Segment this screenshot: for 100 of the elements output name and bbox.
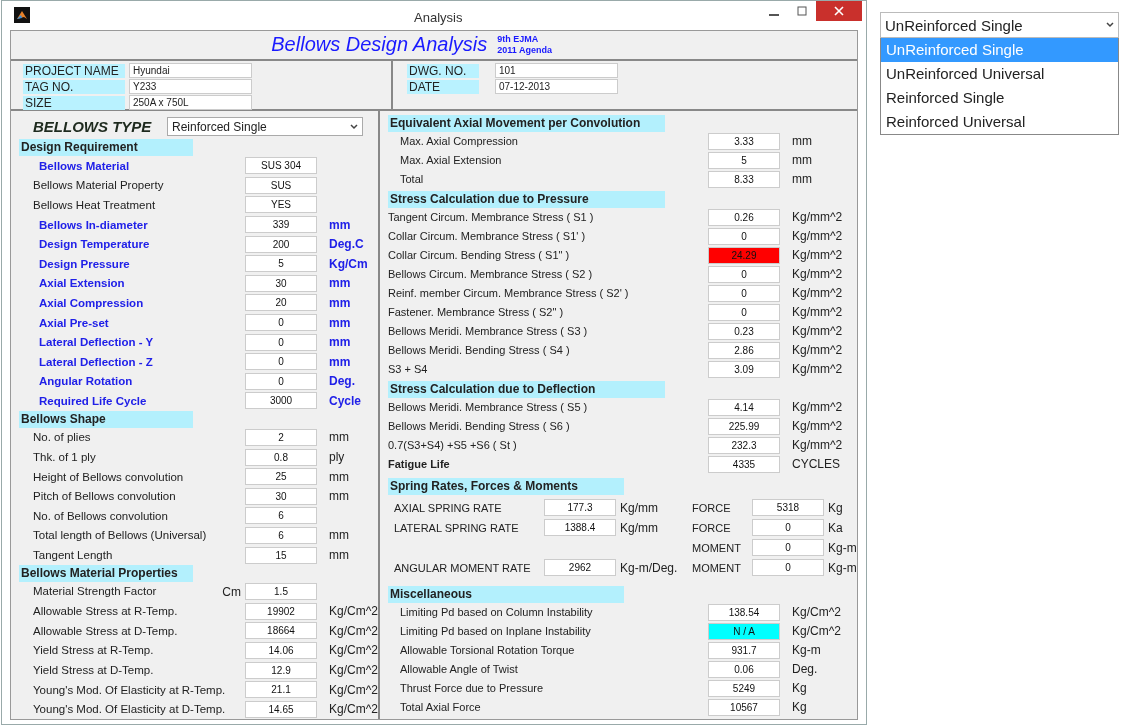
dropdown-option[interactable]: UnReinforced Universal [881, 62, 1118, 86]
input-field[interactable]: 14.06 [245, 641, 317, 659]
unit-label: Kg/mm^2 [791, 210, 843, 225]
close-icon [834, 6, 844, 16]
output-field: N / A [708, 622, 780, 640]
unit-label: mm [791, 172, 812, 187]
output-field: 177.3 [544, 499, 616, 517]
agenda-label: 2011 Agenda [497, 44, 552, 56]
output-field: 5 [708, 151, 780, 169]
input-field[interactable]: 0 [245, 314, 317, 331]
field-label: Young's Mod. Of Elasticity at R-Temp. [33, 683, 226, 696]
input-field[interactable]: 07-12-2013 [495, 79, 618, 95]
input-field[interactable]: YES [245, 196, 317, 214]
field-label: Allowable Torsional Rotation Torque [399, 644, 576, 657]
input-field[interactable]: 250A x 750L [129, 95, 252, 111]
field-label: Required Life Cycle [39, 394, 147, 407]
field-label: Axial Compression [39, 296, 144, 309]
output-field: 232.3 [708, 436, 780, 454]
app-logo-icon [14, 7, 30, 24]
field-label: S3 + S4 [388, 363, 429, 376]
bellows-type-label: BELLOWS TYPE [32, 118, 153, 136]
input-field[interactable]: 20 [245, 294, 317, 312]
input-field[interactable]: 0 [245, 333, 317, 351]
output-field: 0 [708, 265, 780, 283]
unit-label: mm [328, 295, 351, 310]
app-heading: Bellows Design Analysis [271, 33, 488, 57]
field-label: Allowable Stress at R-Temp. [33, 605, 178, 618]
dropdown-option[interactable]: Reinforced Universal [881, 110, 1118, 134]
input-field[interactable]: 200 [245, 235, 317, 253]
caret-icon [1106, 22, 1114, 28]
unit-label: mm [328, 430, 349, 445]
output-field: 1388.4 [544, 519, 616, 537]
input-field[interactable]: SUS 304 [245, 157, 317, 175]
input-field[interactable]: 2 [245, 429, 317, 446]
field-label: Bellows Circum. Membrance Stress ( S2 ) [388, 268, 594, 281]
window-title: Analysis [414, 10, 463, 25]
unit-label: Kg/Cm [328, 256, 368, 271]
unit-label: Cycle [328, 393, 362, 408]
input-field[interactable]: 15 [245, 546, 317, 564]
field-label: Bellows Material Property [33, 179, 164, 192]
field-label: DATE [407, 79, 479, 94]
section-header: Bellows Shape [19, 410, 193, 428]
output-field: 0 [708, 227, 780, 245]
field-label: Tangent Circum. Membrance Stress ( S1 ) [388, 211, 595, 224]
bellows-type-dropdown[interactable]: Reinforced Single [167, 117, 363, 137]
type-dropdown[interactable]: UnReinforced Single [880, 12, 1119, 38]
field-label: FORCE [692, 501, 732, 514]
unit-label: Kg [791, 681, 807, 696]
output-field: 0 [752, 559, 824, 577]
field-label: Bellows Meridi. Membrance Stress ( S5 ) [388, 401, 589, 414]
input-field[interactable]: 0 [245, 353, 317, 371]
input-field[interactable]: 339 [245, 216, 317, 234]
unit-label: mm [328, 335, 351, 350]
input-field[interactable]: 30 [245, 274, 317, 292]
input-field[interactable]: SUS [245, 176, 317, 194]
unit-label: Kg/mm^2 [791, 324, 843, 339]
input-field[interactable]: 21.1 [245, 681, 317, 699]
input-field[interactable]: 30 [245, 487, 317, 505]
field-label: Max. Axial Compression [399, 135, 519, 148]
field-label: Thk. of 1 ply [33, 451, 96, 464]
input-field[interactable]: 0 [245, 372, 317, 390]
dropdown-option[interactable]: Reinforced Single [881, 86, 1118, 110]
input-field[interactable]: 6 [245, 507, 317, 525]
unit-label: mm [328, 489, 349, 504]
input-field[interactable]: 12.9 [245, 661, 317, 679]
input-field[interactable]: 14.65 [245, 700, 317, 718]
output-field: 0 [708, 284, 780, 302]
field-label: Angular Rotation [39, 375, 133, 388]
input-field[interactable]: 18664 [245, 622, 317, 640]
input-field[interactable]: 3000 [245, 392, 317, 410]
input-field[interactable]: 101 [495, 63, 618, 79]
unit-label: Kg-m/Deg. [619, 560, 679, 575]
input-field[interactable]: 19902 [245, 602, 317, 620]
input-field[interactable]: 6 [245, 526, 317, 544]
output-field: 3.09 [708, 360, 780, 378]
field-label: Total Axial Force [399, 701, 482, 714]
unit-label: Deg.C [328, 237, 364, 252]
unit-label: mm [791, 134, 812, 149]
unit-label: Ka [827, 520, 844, 535]
minimize-icon [769, 14, 779, 16]
input-field[interactable]: 1.5 [245, 583, 317, 601]
output-field: 2962 [544, 559, 616, 577]
field-label: Fatigue Life [388, 458, 451, 471]
close-button[interactable] [816, 1, 862, 21]
field-label: Bellows Meridi. Bending Stress ( S4 ) [388, 344, 571, 357]
unit-label: Kg/mm^2 [791, 267, 843, 282]
unit-label: Kg/Cm^2 [328, 623, 378, 638]
unit-label: mm [328, 354, 351, 369]
input-field[interactable]: 25 [245, 468, 317, 486]
field-label: Total [399, 173, 425, 186]
input-field[interactable]: Hyundai [129, 63, 252, 79]
input-field[interactable]: 0.8 [245, 448, 317, 466]
field-label: Lateral Deflection - Y [39, 336, 154, 349]
field-label: Bellows Heat Treatment [33, 198, 156, 211]
unit-label: mm [791, 153, 812, 168]
section-header: Equivalent Axial Movement per Convolution [388, 114, 665, 132]
field-label: Pitch of Bellows convolution [33, 490, 176, 503]
output-field: 0 [708, 303, 780, 321]
input-field[interactable]: Y233 [129, 79, 252, 95]
input-field[interactable]: 5 [245, 255, 317, 273]
